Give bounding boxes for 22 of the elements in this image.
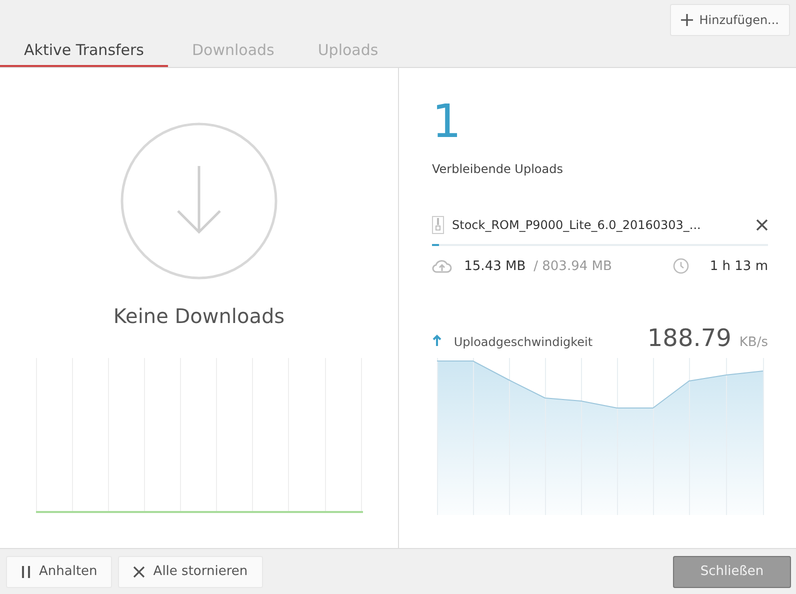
plus-icon xyxy=(681,14,694,26)
time-remaining: 1 h 13 m xyxy=(708,258,768,274)
transferred-size: 15.43 MB xyxy=(463,258,526,274)
speed-label: Uploadgeschwindigkeit xyxy=(452,335,594,349)
total-size: / 803.94 MB xyxy=(534,258,612,274)
empty-text: Keine Downloads xyxy=(113,304,285,328)
cancel-button[interactable]: Alle stornieren xyxy=(118,556,263,588)
speed-value: 188.79 xyxy=(647,324,732,352)
file-icon xyxy=(432,216,444,234)
clock-icon xyxy=(673,258,690,274)
upload-count: 1 xyxy=(432,98,462,144)
cloud-upload-icon xyxy=(432,259,452,273)
arrow-up-icon xyxy=(432,334,442,346)
add-button[interactable]: Hinzufügen... xyxy=(670,4,790,36)
close-icon xyxy=(133,566,146,578)
remaining-label: Verbleibende Uploads xyxy=(432,162,564,176)
speed-unit: KB/s xyxy=(739,335,768,350)
pause-icon xyxy=(21,566,31,578)
download-icon xyxy=(120,122,278,280)
close-icon[interactable] xyxy=(756,219,768,231)
file-name: Stock_ROM_P9000_Lite_6.0_20160303_... xyxy=(452,218,702,232)
pause-button[interactable]: Anhalten xyxy=(6,556,112,588)
